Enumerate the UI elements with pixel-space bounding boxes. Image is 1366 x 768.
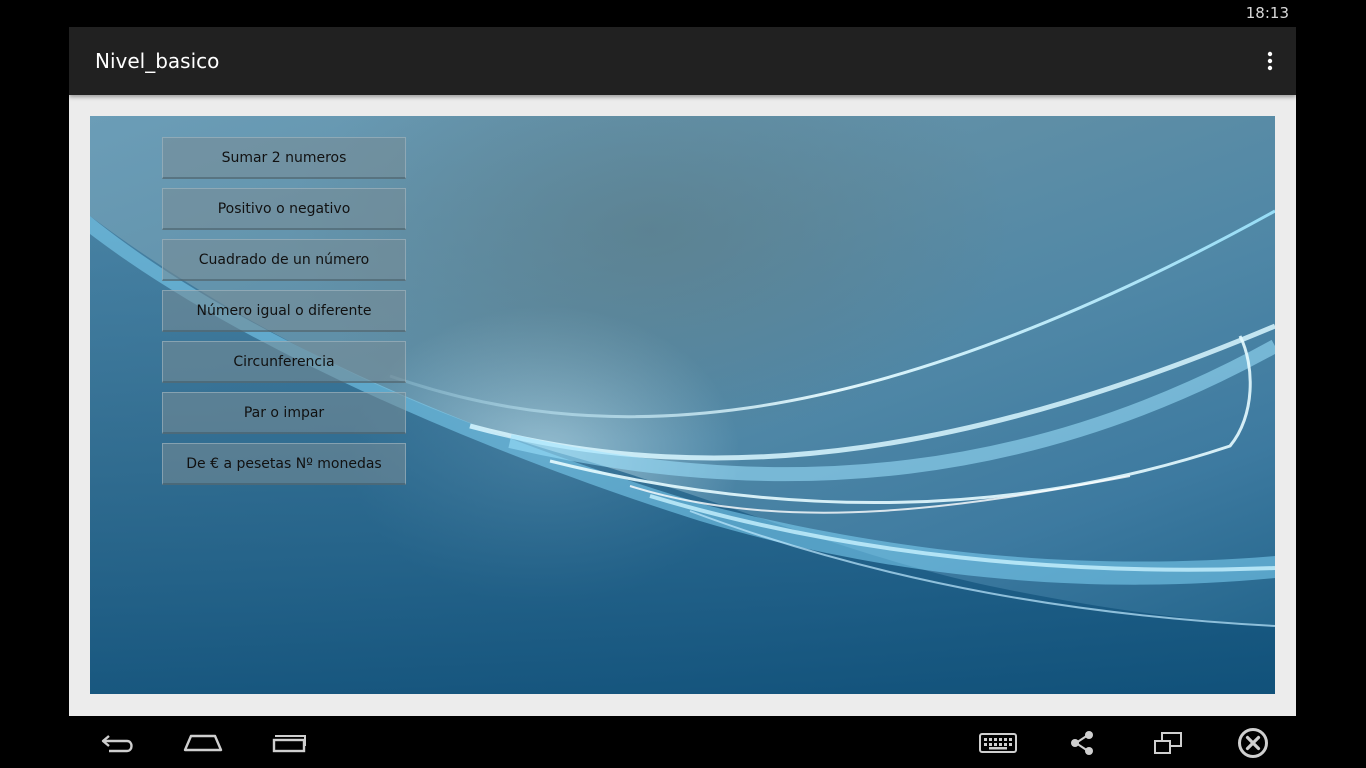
wallpaper-content-area: Sumar 2 numeros Positivo o negativo Cuad… xyxy=(90,116,1275,694)
circunferencia-button[interactable]: Circunferencia xyxy=(162,341,406,383)
positivo-negativo-button[interactable]: Positivo o negativo xyxy=(162,188,406,230)
share-button[interactable] xyxy=(1060,726,1104,760)
home-icon xyxy=(183,734,223,752)
euros-pesetas-button[interactable]: De € a pesetas Nº monedas xyxy=(162,443,406,485)
close-circle-icon xyxy=(1238,728,1268,758)
share-icon xyxy=(1071,731,1093,755)
recent-apps-icon xyxy=(272,735,306,753)
activity-menu: Sumar 2 numeros Positivo o negativo Cuad… xyxy=(162,137,406,494)
numero-igual-diferente-button[interactable]: Número igual o diferente xyxy=(162,290,406,332)
status-bar: 18:13 xyxy=(0,0,1366,27)
par-impar-button[interactable]: Par o impar xyxy=(162,392,406,434)
keyboard-button[interactable] xyxy=(976,726,1020,760)
home-button[interactable] xyxy=(181,726,225,760)
sumar-dos-numeros-button[interactable]: Sumar 2 numeros xyxy=(162,137,406,179)
action-bar: Nivel_basico xyxy=(69,27,1296,95)
window-icon xyxy=(1154,732,1182,754)
close-button[interactable] xyxy=(1231,726,1275,760)
navigation-bar xyxy=(0,716,1366,768)
cuadrado-numero-button[interactable]: Cuadrado de un número xyxy=(162,239,406,281)
keyboard-icon xyxy=(979,733,1017,753)
status-clock: 18:13 xyxy=(1245,4,1289,22)
overflow-menu-button[interactable] xyxy=(1254,45,1286,77)
recent-apps-button[interactable] xyxy=(267,726,311,760)
more-vertical-icon xyxy=(1267,51,1273,71)
app-window: Nivel_basico Sumar 2 numeros Positivo o … xyxy=(69,27,1296,716)
back-button[interactable] xyxy=(96,726,140,760)
back-icon xyxy=(101,735,133,753)
window-button[interactable] xyxy=(1146,726,1190,760)
page-title: Nivel_basico xyxy=(95,49,220,73)
